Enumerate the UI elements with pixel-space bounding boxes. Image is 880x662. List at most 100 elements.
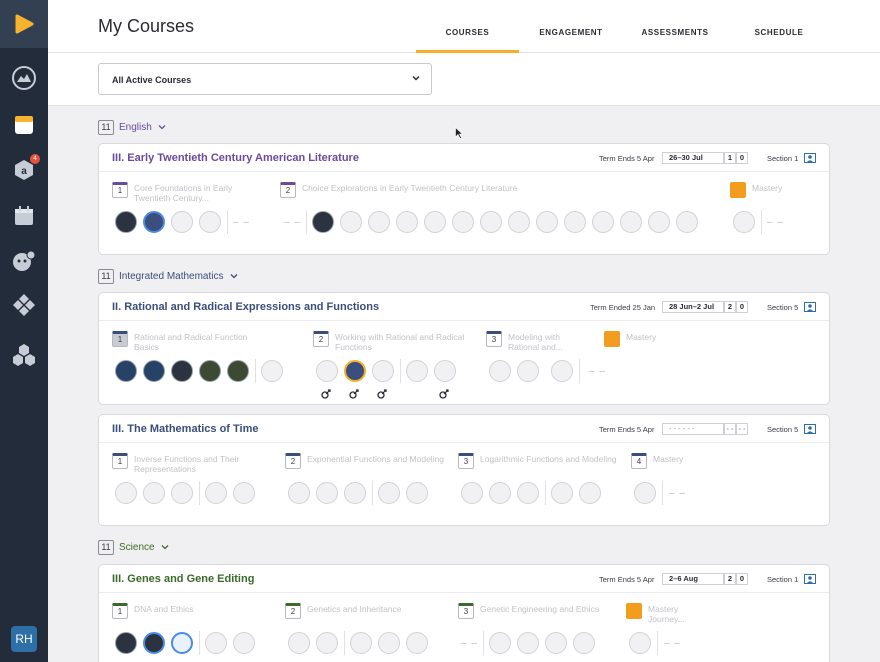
activity[interactable] <box>579 482 601 504</box>
target-icon[interactable] <box>321 389 331 399</box>
activity[interactable] <box>489 632 511 654</box>
activity[interactable] <box>629 632 651 654</box>
date-range[interactable]: - - - - - - <box>662 423 724 435</box>
activity[interactable] <box>199 211 221 233</box>
activity[interactable] <box>592 211 614 233</box>
activity[interactable] <box>424 211 446 233</box>
activity-current[interactable] <box>344 360 366 382</box>
activity[interactable] <box>316 360 338 382</box>
activity[interactable] <box>452 211 474 233</box>
course-title[interactable]: III. The Mathematics of Time <box>112 423 259 435</box>
tab-schedule[interactable]: SCHEDULE <box>732 28 826 53</box>
strategy-icon[interactable] <box>0 283 48 327</box>
courses-icon[interactable] <box>0 103 48 147</box>
activity[interactable] <box>489 482 511 504</box>
activity-complete[interactable] <box>115 211 137 233</box>
modules-icon[interactable] <box>0 333 48 377</box>
activity-complete[interactable] <box>115 360 137 382</box>
activity[interactable] <box>480 211 502 233</box>
course-title[interactable]: II. Rational and Radical Expressions and… <box>112 301 379 313</box>
activity[interactable] <box>551 360 573 382</box>
calendar-icon[interactable] <box>0 194 48 238</box>
roster-icon[interactable] <box>804 574 816 584</box>
activity[interactable] <box>489 360 511 382</box>
date-range[interactable]: 28 Jun–2 Jul <box>662 301 724 313</box>
target-icon[interactable] <box>439 389 449 399</box>
activity[interactable] <box>461 482 483 504</box>
activity-complete[interactable] <box>199 360 221 382</box>
activity[interactable] <box>378 482 400 504</box>
activity[interactable] <box>517 632 539 654</box>
roster-icon[interactable] <box>804 424 816 434</box>
tab-courses[interactable]: COURSES <box>416 28 519 53</box>
avatar[interactable]: RH <box>11 626 37 652</box>
activity[interactable] <box>233 632 255 654</box>
activity[interactable] <box>536 211 558 233</box>
activity[interactable] <box>545 632 567 654</box>
divider <box>227 210 228 234</box>
activity[interactable] <box>406 632 428 654</box>
roster-icon[interactable] <box>804 302 816 312</box>
activity[interactable] <box>406 482 428 504</box>
activity[interactable] <box>288 482 310 504</box>
activity[interactable] <box>205 482 227 504</box>
logo-icon[interactable] <box>0 0 48 48</box>
activity-current[interactable] <box>171 632 193 654</box>
activity[interactable] <box>648 211 670 233</box>
activity[interactable] <box>143 482 165 504</box>
roster-icon[interactable] <box>804 153 816 163</box>
chat-icon[interactable] <box>0 239 48 283</box>
activity[interactable] <box>573 632 595 654</box>
date-range[interactable]: 2–6 Aug <box>662 573 724 585</box>
activity-complete[interactable] <box>312 211 334 233</box>
activity[interactable] <box>171 211 193 233</box>
activity[interactable] <box>344 482 366 504</box>
activity[interactable] <box>634 482 656 504</box>
activity[interactable] <box>205 632 227 654</box>
activity[interactable] <box>733 211 755 233</box>
unit-number: 1 <box>112 603 128 619</box>
activity[interactable] <box>372 360 394 382</box>
activity[interactable] <box>261 360 283 382</box>
activity[interactable] <box>316 632 338 654</box>
activity-complete[interactable] <box>227 360 249 382</box>
activity-current[interactable] <box>143 211 165 233</box>
activity[interactable] <box>676 211 698 233</box>
course-title[interactable]: III. Genes and Gene Editing <box>112 573 254 585</box>
activity[interactable] <box>551 482 573 504</box>
activity[interactable] <box>340 211 362 233</box>
activity-complete[interactable] <box>171 360 193 382</box>
activity[interactable] <box>233 482 255 504</box>
group-header-science[interactable]: 11 Science <box>98 539 169 555</box>
activity-complete[interactable] <box>143 632 165 654</box>
activity[interactable] <box>368 211 390 233</box>
unit-title: Genetic Engineering and Ethics <box>480 604 600 614</box>
target-icon[interactable] <box>349 389 359 399</box>
assignments-icon[interactable]: a 4 <box>0 148 48 192</box>
activity[interactable] <box>517 360 539 382</box>
activity[interactable] <box>378 632 400 654</box>
course-filter-select[interactable]: All Active Courses <box>98 63 432 95</box>
activity[interactable] <box>350 632 372 654</box>
date-range[interactable]: 26–30 Jul <box>662 152 724 164</box>
target-icon[interactable] <box>377 389 387 399</box>
group-header-math[interactable]: 11 Integrated Mathematics <box>98 268 238 284</box>
activity[interactable] <box>288 632 310 654</box>
activity-complete[interactable] <box>115 632 137 654</box>
activity-complete[interactable] <box>143 360 165 382</box>
course-title[interactable]: III. Early Twentieth Century American Li… <box>112 152 359 164</box>
group-header-english[interactable]: 11 English <box>98 119 166 135</box>
activity[interactable] <box>517 482 539 504</box>
tab-assessments[interactable]: ASSESSMENTS <box>628 28 722 53</box>
activity[interactable] <box>115 482 137 504</box>
activity[interactable] <box>316 482 338 504</box>
activity[interactable] <box>396 211 418 233</box>
activity[interactable] <box>171 482 193 504</box>
tab-engagement[interactable]: ENGAGEMENT <box>524 28 618 53</box>
activity[interactable] <box>406 360 428 382</box>
activity[interactable] <box>620 211 642 233</box>
activity[interactable] <box>434 360 456 382</box>
activity[interactable] <box>508 211 530 233</box>
activity[interactable] <box>564 211 586 233</box>
dashboard-icon[interactable] <box>0 56 48 100</box>
